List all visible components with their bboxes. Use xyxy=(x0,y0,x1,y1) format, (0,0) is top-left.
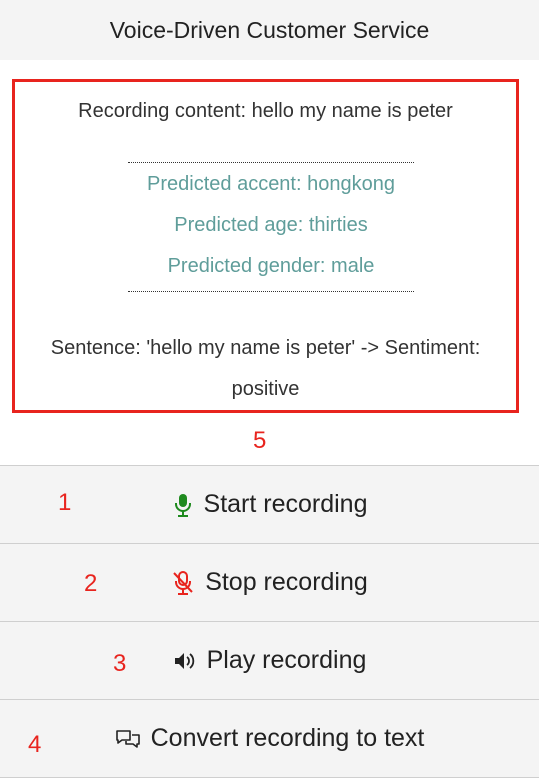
page-title: Voice-Driven Customer Service xyxy=(109,16,430,43)
play-recording-button[interactable]: Play recording xyxy=(0,621,539,699)
stop-recording-button[interactable]: Stop recording xyxy=(0,543,539,621)
predicted-age-text: Predicted age: thirties xyxy=(174,214,368,236)
convert-to-text-button[interactable]: Convert recording to text xyxy=(0,699,539,778)
convert-to-text-label: Convert recording to text xyxy=(150,724,425,752)
annotation-4: 4 xyxy=(28,731,42,758)
prediction-block: Predicted accent: hongkong Predicted age… xyxy=(128,162,414,292)
start-recording-button[interactable]: Start recording xyxy=(0,465,539,543)
start-recording-label: Start recording xyxy=(203,490,368,518)
predicted-accent-text: Predicted accent: hongkong xyxy=(147,173,395,195)
app-header: Voice-Driven Customer Service xyxy=(0,0,539,60)
predicted-gender-text: Predicted gender: male xyxy=(167,255,375,277)
microphone-slash-icon xyxy=(171,570,195,596)
sentiment-text: Sentence: 'hello my name is peter' -> Se… xyxy=(50,337,481,400)
result-panel: Recording content: hello my name is pete… xyxy=(12,79,519,413)
play-recording-label: Play recording xyxy=(206,646,367,674)
microphone-icon xyxy=(172,492,194,518)
chat-bubbles-icon xyxy=(115,728,141,750)
annotation-5: 5 xyxy=(253,427,267,454)
stop-recording-label: Stop recording xyxy=(205,568,368,596)
recording-content-text: Recording content: hello my name is pete… xyxy=(78,100,453,122)
annotation-1: 1 xyxy=(58,489,72,516)
speaker-icon xyxy=(173,650,197,672)
annotation-2: 2 xyxy=(84,570,98,597)
annotation-3: 3 xyxy=(113,650,127,677)
